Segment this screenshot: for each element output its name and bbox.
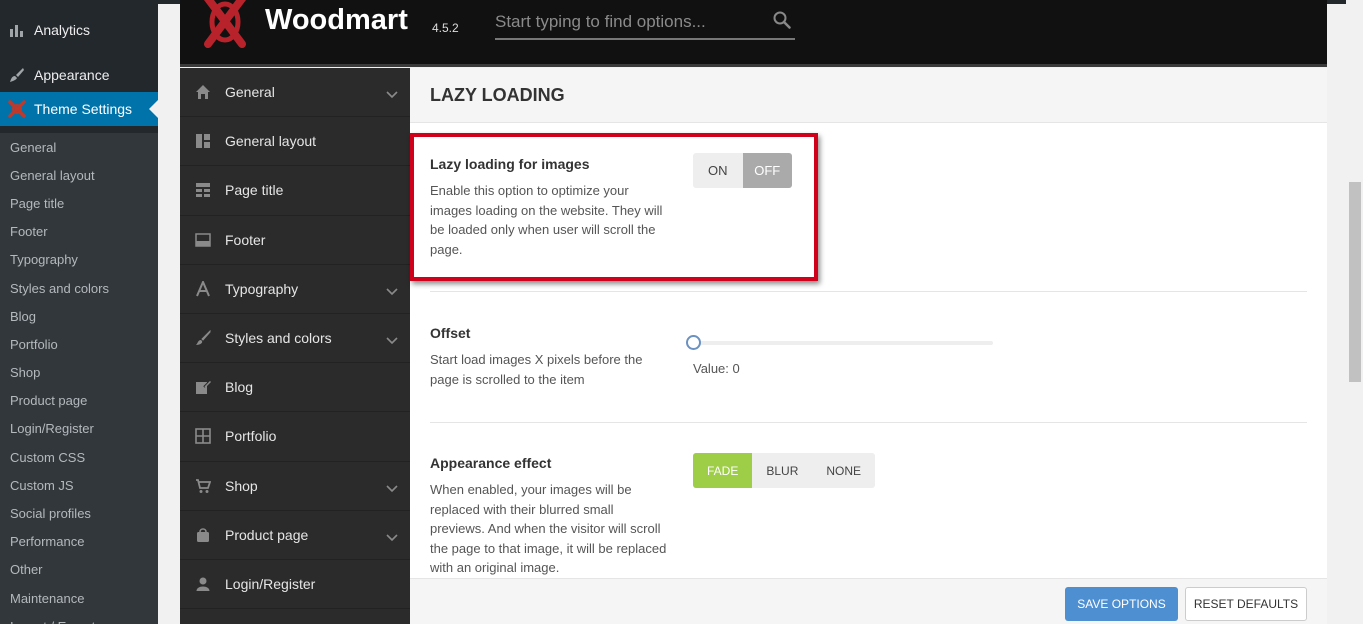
nav-item-page-title[interactable]: Page title	[180, 166, 410, 216]
chevron-down-icon	[386, 283, 398, 299]
submenu-item[interactable]: Shop	[0, 359, 158, 387]
nav-item-label: Login/Register	[225, 575, 316, 592]
user-icon	[180, 576, 225, 592]
nav-item-product-page[interactable]: Product page	[180, 511, 410, 560]
field-description: Start load images X pixels before the pa…	[430, 352, 643, 387]
nav-item-label: Page title	[225, 182, 284, 199]
options-footer: SAVE OPTIONS RESET DEFAULTS	[410, 578, 1327, 624]
nav-item-label: General layout	[225, 133, 317, 150]
nav-item-label: Product page	[225, 526, 309, 543]
submenu-item[interactable]: Login/Register	[0, 415, 158, 443]
grid-icon	[180, 428, 225, 445]
submenu-item[interactable]: Portfolio	[0, 330, 158, 358]
nav-item-label: General	[225, 84, 275, 101]
submenu-item[interactable]: Typography	[0, 246, 158, 274]
home-icon	[180, 84, 225, 100]
chevron-down-icon	[386, 480, 398, 496]
field-offset: Offset Start load images X pixels before…	[430, 325, 1307, 405]
effect-blur-button[interactable]: BLUR	[752, 453, 812, 488]
nav-item-general[interactable]: General	[180, 68, 410, 118]
divider	[430, 291, 1307, 292]
nav-item-blog[interactable]: Blog	[180, 363, 410, 413]
wp-menu-appearance[interactable]: Appearance	[0, 58, 158, 92]
wp-menu-theme-settings-label: Theme Settings	[34, 101, 133, 117]
submenu-item[interactable]: Custom CSS	[0, 443, 158, 471]
woodmart-logo-icon	[198, 0, 252, 48]
bar-chart-icon	[0, 22, 34, 38]
search-input[interactable]	[495, 8, 765, 36]
submenu-item[interactable]: Footer	[0, 218, 158, 246]
version-label: 4.5.2	[432, 21, 459, 35]
highlight-box	[410, 133, 818, 281]
search-icon[interactable]	[773, 11, 791, 34]
cart-icon	[180, 478, 225, 494]
wp-menu-theme-settings[interactable]: Theme Settings	[0, 92, 158, 126]
footer-icon	[180, 232, 225, 248]
nav-item-portfolio[interactable]: Portfolio	[180, 412, 410, 462]
field-title: Appearance effect	[430, 455, 552, 471]
submenu-item[interactable]: Maintenance	[0, 584, 158, 612]
offset-slider-handle[interactable]	[686, 335, 701, 350]
nav-item-label: Blog	[225, 379, 254, 396]
nav-item-footer[interactable]: Footer	[180, 216, 410, 265]
chevron-down-icon	[386, 332, 398, 348]
field-title: Offset	[430, 325, 471, 341]
chevron-down-icon	[386, 529, 398, 545]
nav-item-label: Footer	[225, 231, 266, 248]
wp-menu-appearance-label: Appearance	[34, 67, 110, 83]
nav-item-styles-and-colors[interactable]: Styles and colors	[180, 314, 410, 364]
typography-icon	[180, 280, 225, 297]
nav-item-typography[interactable]: Typography	[180, 265, 410, 314]
scrollbar-thumb[interactable]	[1349, 182, 1361, 382]
chevron-down-icon	[386, 86, 398, 102]
wp-menu-analytics[interactable]: Analytics	[0, 13, 158, 47]
offset-value: Value: 0	[693, 361, 740, 376]
reset-defaults-button[interactable]: RESET DEFAULTS	[1185, 587, 1307, 621]
appearance-effect-buttons: FADE BLUR NONE	[693, 453, 876, 488]
submenu-item[interactable]: Social profiles	[0, 499, 158, 527]
theme-settings-submenu: General General layout Page title Footer…	[0, 133, 158, 624]
options-header: Woodmart 4.5.2	[180, 0, 1327, 67]
brush-icon	[180, 330, 225, 346]
options-nav: General General layout Page title Footer…	[180, 68, 410, 624]
wp-admin-menu: Analytics Appearance Theme Settings Gene…	[0, 0, 158, 624]
submenu-item[interactable]: Styles and colors	[0, 274, 158, 302]
nav-item-label: Styles and colors	[225, 330, 332, 347]
divider	[430, 422, 1307, 423]
submenu-item[interactable]: Import / Export	[0, 612, 158, 624]
paintbrush-icon	[0, 67, 34, 83]
submenu-item[interactable]: Page title	[0, 189, 158, 217]
nav-item-login-register[interactable]: Login/Register	[180, 560, 410, 610]
edit-icon	[180, 379, 225, 395]
nav-item-label: Shop	[225, 477, 258, 494]
screen: Analytics Appearance Theme Settings Gene…	[0, 0, 1363, 624]
offset-slider-track[interactable]	[693, 341, 993, 345]
submenu-item[interactable]: Other	[0, 556, 158, 584]
submenu-item[interactable]: Product page	[0, 387, 158, 415]
nav-item-label: Typography	[225, 280, 299, 297]
wp-menu-analytics-label: Analytics	[34, 22, 91, 38]
logo-text: Woodmart	[265, 4, 408, 36]
submenu-item[interactable]: Blog	[0, 302, 158, 330]
page-title-icon	[180, 182, 225, 198]
layout-icon	[180, 133, 225, 149]
effect-fade-button[interactable]: FADE	[693, 453, 753, 488]
submenu-item[interactable]: General layout	[0, 161, 158, 189]
field-description: When enabled, your images will be replac…	[430, 482, 667, 575]
submenu-item[interactable]: Custom JS	[0, 471, 158, 499]
bag-icon	[180, 527, 225, 543]
nav-item-general-layout[interactable]: General layout	[180, 117, 410, 167]
nav-item-label: Portfolio	[225, 428, 277, 445]
effect-none-button[interactable]: NONE	[812, 453, 875, 488]
woodmart-logo-icon	[0, 100, 34, 118]
nav-item-shop[interactable]: Shop	[180, 462, 410, 511]
options-search	[495, 8, 795, 40]
section-title: LAZY LOADING	[410, 68, 1327, 123]
save-options-button[interactable]: SAVE OPTIONS	[1065, 587, 1178, 621]
submenu-item[interactable]: General	[0, 133, 158, 161]
submenu-item[interactable]: Performance	[0, 528, 158, 556]
